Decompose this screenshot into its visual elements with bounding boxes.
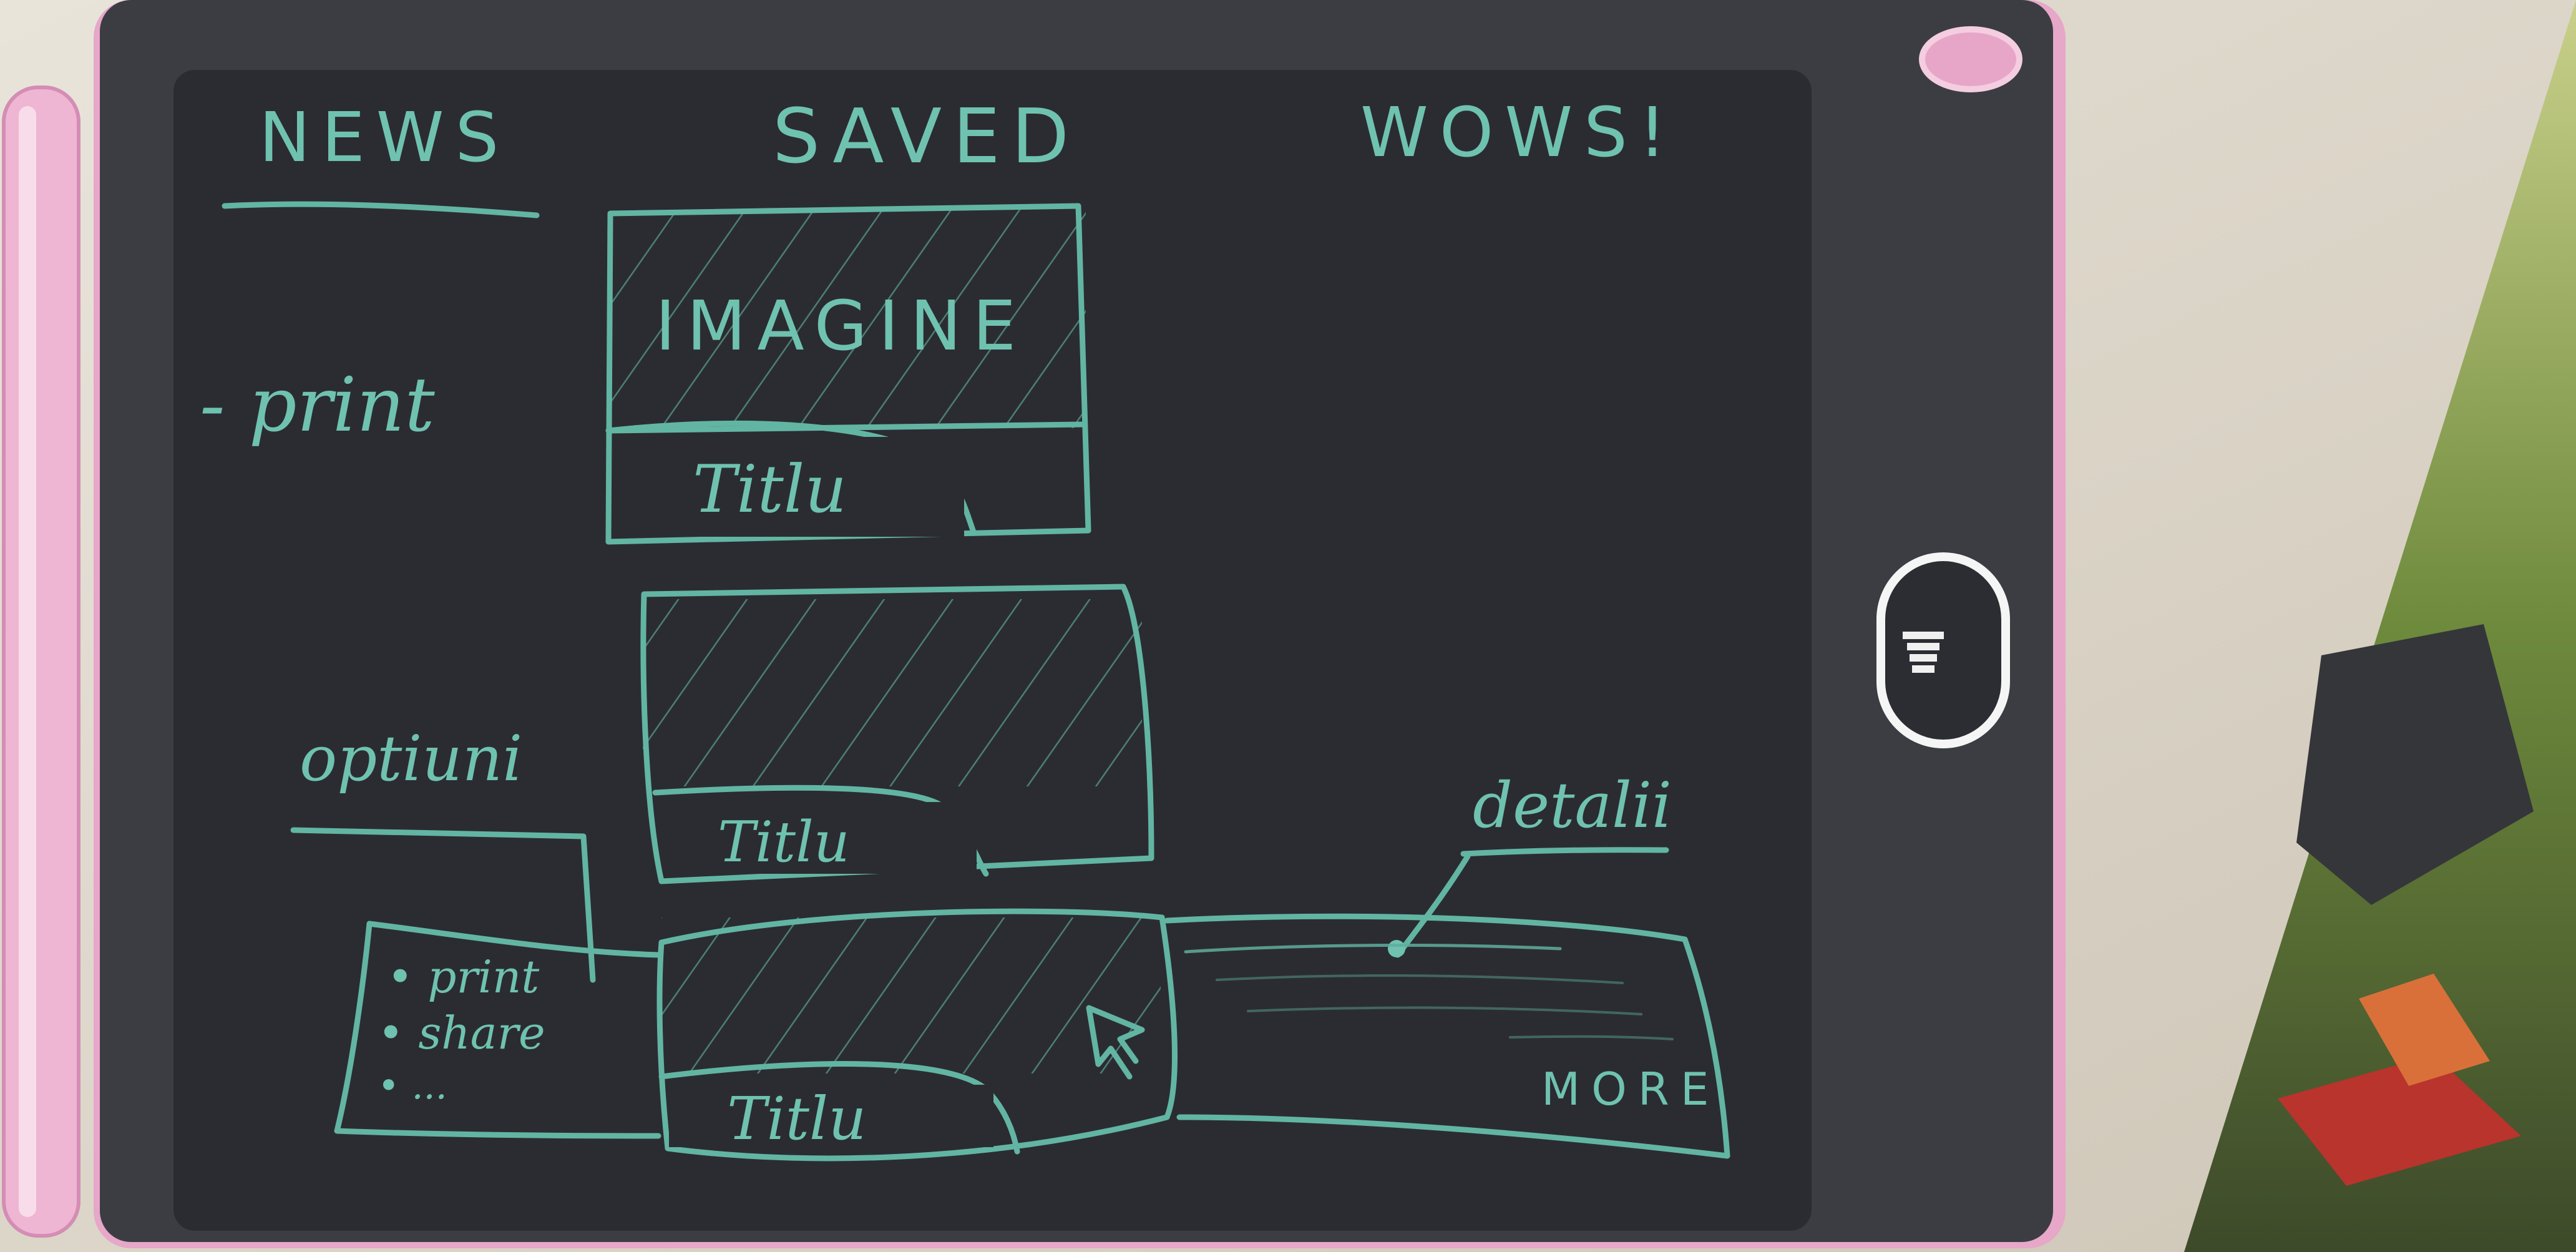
details-heading: detalii bbox=[1473, 769, 1672, 842]
photo-scene: NEWS SAVED WOWS! - print IMAGINE Titlu T… bbox=[0, 0, 2576, 1252]
card-3-title: Titlu bbox=[727, 1085, 867, 1153]
card-2-title: Titlu bbox=[718, 809, 850, 875]
tab-wows[interactable]: WOWS! bbox=[1360, 92, 1677, 172]
stylus-highlight bbox=[19, 106, 36, 1217]
tab-saved[interactable]: SAVED bbox=[773, 94, 1080, 180]
details-callout-dot bbox=[1388, 940, 1405, 957]
card-1-title: Titlu bbox=[693, 451, 847, 527]
erase-button[interactable] bbox=[1876, 552, 2010, 748]
stylus bbox=[2, 86, 80, 1238]
tab-news[interactable]: NEWS bbox=[259, 97, 510, 177]
options-heading: optiuni bbox=[300, 722, 522, 795]
details-more-button[interactable]: MORE bbox=[1541, 1063, 1720, 1115]
option-item-share[interactable]: • share bbox=[378, 1007, 545, 1059]
side-note-print: - print bbox=[200, 362, 436, 449]
option-item-more[interactable]: • ... bbox=[378, 1064, 447, 1108]
option-item-print[interactable]: • print bbox=[387, 951, 540, 1003]
stylus-holder-hole bbox=[1919, 26, 2022, 92]
card-1-image-label: IMAGINE bbox=[655, 286, 1027, 366]
